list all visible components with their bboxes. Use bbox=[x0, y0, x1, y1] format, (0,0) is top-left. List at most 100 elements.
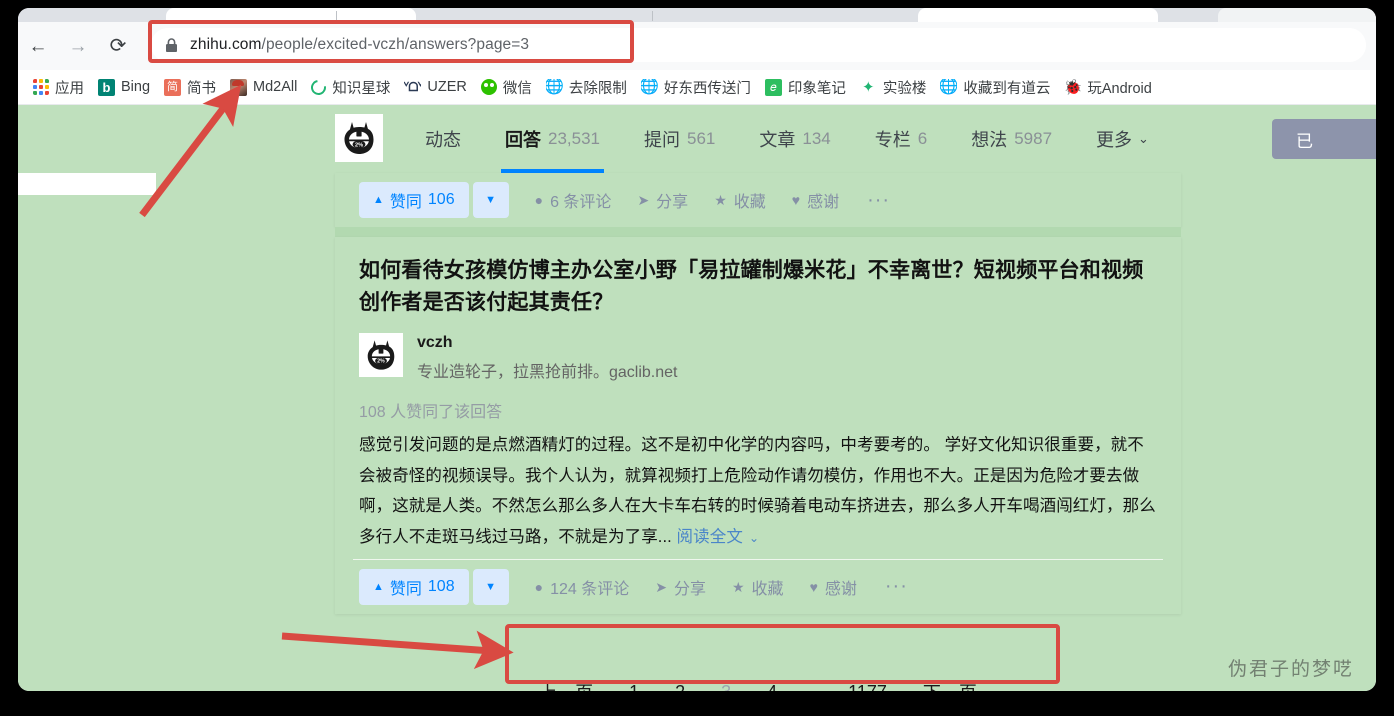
forward-button[interactable]: → bbox=[62, 30, 94, 62]
share-paperplane-icon: ➤ bbox=[637, 192, 650, 208]
globe-icon: 🌐 bbox=[545, 78, 563, 95]
avatar[interactable]: 2% bbox=[359, 332, 403, 377]
bookmark-item-3[interactable]: 简简书 bbox=[157, 74, 223, 100]
tab-divider bbox=[336, 11, 337, 21]
profile-tab-count: 561 bbox=[687, 129, 716, 148]
svg-text:2%: 2% bbox=[355, 142, 363, 148]
more-actions-button[interactable]: ··· bbox=[867, 189, 890, 212]
nav-white-strip bbox=[18, 173, 156, 195]
reload-icon: ⟳ bbox=[109, 35, 127, 57]
profile-tab-label: 动态 bbox=[425, 130, 461, 150]
profile-tab-count: 6 bbox=[917, 129, 928, 148]
address-bar-url: zhihu.com/people/excited-vczh/answers?pa… bbox=[190, 36, 529, 54]
profile-tab-3[interactable]: 提问 561 bbox=[622, 105, 737, 173]
bookmark-item-9[interactable]: 🌐 好东西传送门 bbox=[634, 74, 758, 100]
watermark: 伪君子的梦呓 bbox=[1227, 658, 1354, 680]
bookmark-label: 好东西传送门 bbox=[663, 80, 751, 97]
more-actions-button[interactable]: ··· bbox=[885, 575, 908, 598]
pagination-page-1[interactable]: 1 bbox=[611, 676, 657, 692]
caret-up-icon: ▲ bbox=[373, 194, 384, 206]
pagination-next[interactable]: 下一页 bbox=[905, 673, 995, 691]
profile-tab-1[interactable]: 动态 bbox=[403, 105, 483, 173]
bookmark-item-1[interactable]: 应用 bbox=[26, 74, 91, 100]
browser-toolbar: ← → ⟳ zhihu.com/people/excited-vczh/answ… bbox=[18, 22, 1376, 70]
share-label: 分享 bbox=[673, 580, 706, 598]
vote-group: ▲ 赞同 106 ▼ bbox=[359, 182, 509, 218]
bookmark-label: 简书 bbox=[187, 80, 217, 97]
comments-button[interactable]: ● 6 条评论 bbox=[535, 188, 612, 212]
tab-strip bbox=[18, 8, 1376, 22]
tab-divider bbox=[652, 11, 653, 21]
share-button[interactable]: ➤ 分享 bbox=[637, 188, 688, 212]
back-button[interactable]: ← bbox=[22, 30, 54, 62]
author-name[interactable]: vczh bbox=[417, 334, 678, 352]
bookmark-item-2[interactable]: b Bing bbox=[91, 74, 157, 100]
card-divider bbox=[353, 558, 1163, 560]
upvote-count: 108 bbox=[427, 577, 455, 595]
pagination-page-4[interactable]: 4 bbox=[749, 676, 795, 692]
bookmark-item-7[interactable]: 微信 bbox=[474, 74, 539, 100]
bookmark-item-11[interactable]: ✦ 实验楼 bbox=[853, 74, 934, 100]
bookmark-label: 去除限制 bbox=[568, 80, 627, 97]
thanks-button[interactable]: ♥ 感谢 bbox=[810, 575, 857, 599]
browser-tab[interactable] bbox=[918, 8, 1158, 22]
globe-icon: 🌐 bbox=[940, 78, 958, 95]
bookmark-item-12[interactable]: 🌐 收藏到有道云 bbox=[933, 74, 1057, 100]
forward-arrow-icon: → bbox=[68, 35, 88, 57]
ellipsis-icon: ··· bbox=[867, 188, 891, 211]
comments-label: 6 条评论 bbox=[550, 194, 612, 211]
author-bio: 专业造轮子，拉黑抢前排。gaclib.net bbox=[417, 363, 678, 381]
profile-tab-5[interactable]: 专栏 6 bbox=[853, 105, 949, 173]
bookmark-label: Md2All bbox=[253, 79, 298, 95]
reload-button[interactable]: ⟳ bbox=[102, 30, 134, 62]
thanks-label: 感谢 bbox=[807, 194, 840, 211]
zhihu-bunny-icon: 2% bbox=[359, 332, 403, 377]
downvote-button[interactable]: ▼ bbox=[472, 182, 509, 218]
follow-button[interactable]: 已 bbox=[1272, 119, 1376, 159]
upvote-button[interactable]: ▲ 赞同 106 bbox=[359, 182, 469, 218]
chevron-down-icon: ⌄ bbox=[1138, 131, 1149, 146]
downvote-button[interactable]: ▼ bbox=[472, 568, 509, 605]
answer-card-previous: ▲ 赞同 106 ▼ ● 6 条评论 ➤ 分享 ★ 收藏 ♥ 感谢 ··· bbox=[335, 173, 1181, 227]
zhihu-user-avatar[interactable]: 2% bbox=[335, 114, 383, 162]
answer-card: 如何看待女孩模仿博主办公室小野「易拉罐制爆米花」不幸离世？短视频平台和视频创作者… bbox=[335, 237, 1181, 614]
upvote-label: 赞同 bbox=[389, 580, 422, 598]
star-icon: ★ bbox=[731, 578, 745, 595]
profile-tab-6[interactable]: 想法 5987 bbox=[949, 105, 1074, 173]
bookmark-item-8[interactable]: 🌐 去除限制 bbox=[539, 74, 634, 100]
comments-button[interactable]: ● 124 条评论 bbox=[535, 575, 630, 599]
profile-tab-count: 23,531 bbox=[548, 129, 600, 148]
caret-down-icon: ▼ bbox=[485, 194, 497, 206]
profile-tab-7[interactable]: 更多 ⌄ bbox=[1074, 105, 1171, 173]
collect-button[interactable]: ★ 收藏 bbox=[714, 188, 766, 212]
pagination-page-3: 3 bbox=[703, 676, 749, 692]
answer-body-wrap: 感觉引发问题的是点燃酒精灯的过程。这不是初中化学的内容吗，中考要考的。 学好文化… bbox=[335, 430, 1181, 559]
bookmark-item-13[interactable]: 🐞 玩Android bbox=[1057, 74, 1158, 100]
browser-tab-active[interactable] bbox=[166, 8, 416, 22]
pagination-page-1177[interactable]: 1177 bbox=[830, 676, 905, 692]
bookmark-item-4[interactable]: Md2All bbox=[223, 74, 304, 100]
bookmark-label: UZER bbox=[427, 79, 467, 95]
share-button[interactable]: ➤ 分享 bbox=[655, 575, 706, 599]
bookmark-item-5[interactable]: 知识星球 bbox=[304, 74, 397, 100]
share-label: 分享 bbox=[656, 194, 689, 211]
bookmark-label: Bing bbox=[121, 79, 151, 95]
read-more-button[interactable]: 阅读全文 ⌄ bbox=[677, 528, 760, 546]
profile-tab-4[interactable]: 文章 134 bbox=[737, 105, 852, 173]
question-title[interactable]: 如何看待女孩模仿博主办公室小野「易拉罐制爆米花」不幸离世？短视频平台和视频创作者… bbox=[359, 255, 1157, 319]
collect-button[interactable]: ★ 收藏 bbox=[732, 575, 784, 599]
browser-tab[interactable] bbox=[1218, 8, 1376, 22]
profile-tab-label: 想法 bbox=[971, 130, 1008, 150]
comment-bubble-icon: ● bbox=[534, 578, 544, 595]
pagination-prev[interactable]: 上一页 bbox=[521, 673, 611, 691]
bookmark-item-10[interactable]: 𝑒 印象笔记 bbox=[758, 74, 853, 100]
pagination-page-2[interactable]: 2 bbox=[657, 676, 703, 692]
address-bar[interactable]: zhihu.com/people/excited-vczh/answers?pa… bbox=[151, 28, 1366, 62]
thanks-button[interactable]: ♥ 感谢 bbox=[792, 188, 839, 212]
profile-tab-label: 文章 bbox=[759, 130, 796, 150]
bookmark-item-6[interactable]: ᘁᗝᘁ UZER bbox=[397, 74, 473, 100]
profile-tab-label: 专栏 bbox=[874, 130, 911, 150]
upvote-button[interactable]: ▲ 赞同 108 bbox=[359, 568, 469, 605]
profile-tab-2[interactable]: 回答 23,531 bbox=[483, 105, 622, 173]
answer-action-bar: ▲ 赞同 108 ▼ ● 124 条评论 ➤ 分享 ★ 收藏 ♥ 感谢 ··· bbox=[335, 560, 1181, 614]
